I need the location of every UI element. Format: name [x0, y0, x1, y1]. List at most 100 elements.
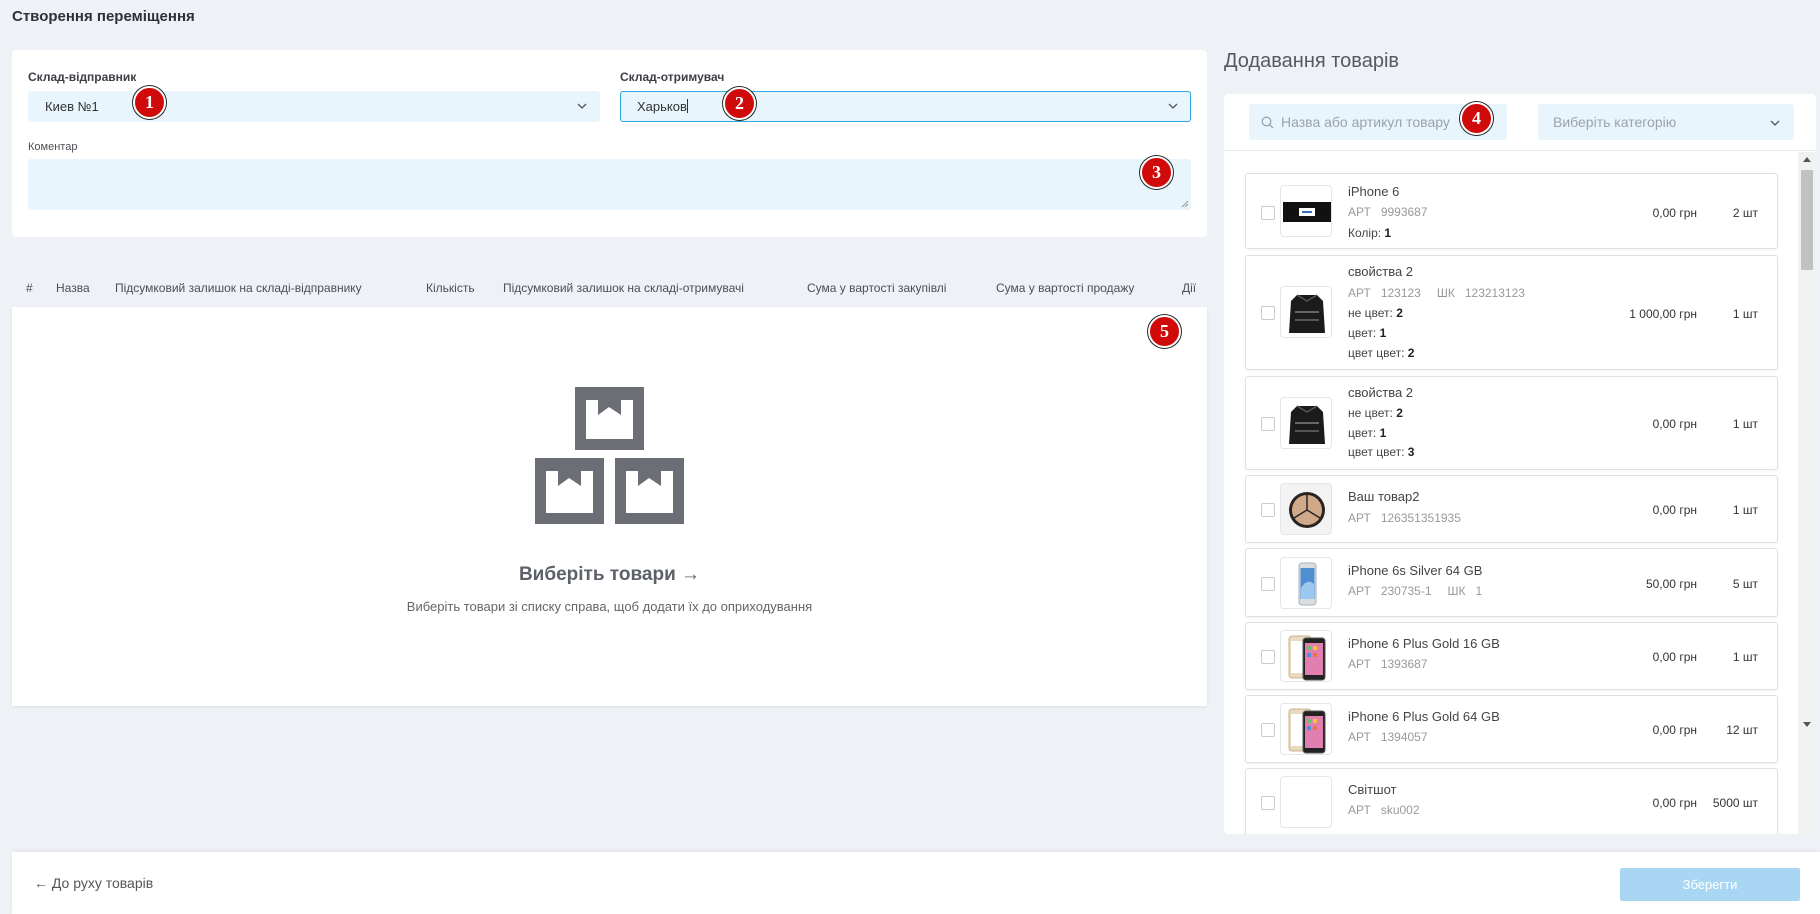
product-thumbnail	[1280, 185, 1332, 237]
product-attribute: не цвет: 2	[1348, 306, 1403, 320]
boxes-icon	[535, 387, 684, 524]
save-button[interactable]: Зберегти	[1620, 868, 1800, 901]
panel-title: Додавання товарів	[1224, 50, 1400, 72]
product-quantity: 1 шт	[1732, 503, 1758, 517]
product-price: 1 000,00 грн	[1629, 307, 1697, 321]
footer-bar: ← До руху товарів Зберегти	[12, 852, 1820, 914]
product-attribute: Колір: 1	[1348, 226, 1392, 240]
sender-label: Склад-відправник	[28, 70, 137, 84]
product-thumbnail	[1280, 630, 1332, 682]
product-article: АРТ 9993687	[1348, 205, 1428, 219]
product-name: свойства 2	[1348, 264, 1414, 279]
product-checkbox[interactable]	[1261, 306, 1275, 320]
annotation-marker-1: 1	[133, 86, 166, 119]
panel-filters: Назва або артикул товару 4 Виберіть кате…	[1224, 94, 1816, 151]
product-quantity: 1 шт	[1732, 417, 1758, 431]
product-article: АРТ 123123 ШК 123213123	[1348, 286, 1525, 300]
col-number: #	[26, 281, 33, 295]
product-name: Ваш товар2	[1348, 489, 1420, 504]
product-checkbox[interactable]	[1261, 206, 1275, 220]
product-item[interactable]: Світшот АРТ sku002 0,00 грн 5000 шт	[1245, 768, 1778, 834]
product-thumbnail	[1280, 286, 1332, 338]
product-thumbnail	[1280, 397, 1332, 449]
sender-warehouse-select[interactable]: Киев №1	[28, 91, 600, 122]
product-thumbnail	[1280, 776, 1332, 828]
transfer-form: Склад-відправник Киев №1 1 Склад-отримув…	[12, 50, 1207, 237]
product-price: 0,00 грн	[1652, 650, 1697, 664]
product-thumbnail	[1280, 557, 1332, 609]
col-receiver-stock: Підсумковий залишок на складі-отримувачі	[503, 281, 744, 295]
product-attribute: не цвет: 2	[1348, 406, 1403, 420]
product-item[interactable]: iPhone 6 Plus Gold 64 GB АРТ 1394057 0,00…	[1245, 695, 1778, 763]
product-attribute: цвет цвет: 2	[1348, 346, 1415, 360]
product-checkbox[interactable]	[1261, 650, 1275, 664]
product-attribute: цвет цвет: 3	[1348, 445, 1415, 459]
product-list: iPhone 6 АРТ 9993687 Колір: 1 0,00 грн 2 …	[1224, 152, 1798, 834]
page-title: Створення переміщення	[12, 8, 195, 25]
category-select[interactable]: Виберіть категорію	[1538, 104, 1794, 140]
product-checkbox[interactable]	[1261, 417, 1275, 431]
col-actions: Дії	[1182, 281, 1197, 295]
sender-value: Киев №1	[45, 99, 99, 114]
product-price: 0,00 грн	[1652, 796, 1697, 810]
product-price: 0,00 грн	[1652, 723, 1697, 737]
annotation-marker-3: 3	[1140, 156, 1173, 189]
chevron-down-icon	[1770, 120, 1780, 126]
product-article: АРТ 126351351935	[1348, 511, 1461, 525]
product-article: АРТ sku002	[1348, 803, 1420, 817]
product-thumbnail	[1280, 483, 1332, 535]
product-checkbox[interactable]	[1261, 503, 1275, 517]
product-article: АРТ 1394057	[1348, 730, 1428, 744]
product-quantity: 5000 шт	[1712, 796, 1758, 810]
annotation-marker-2: 2	[723, 87, 756, 120]
product-item[interactable]: свойства 2 не цвет: 2 цвет: 1 цвет цвет:…	[1245, 376, 1778, 470]
product-name: Світшот	[1348, 782, 1397, 797]
search-placeholder: Назва або артикул товару	[1281, 114, 1450, 130]
scrollbar[interactable]	[1798, 152, 1816, 834]
product-article: АРТ 1393687	[1348, 657, 1428, 671]
annotation-marker-5: 5	[1148, 315, 1181, 348]
product-article: АРТ 230735-1 ШК 1	[1348, 584, 1483, 598]
product-item[interactable]: iPhone 6 АРТ 9993687 Колір: 1 0,00 грн 2 …	[1245, 173, 1778, 249]
col-sale-sum: Сума у вартості продажу	[996, 281, 1135, 295]
product-attribute: цвет: 1	[1348, 326, 1387, 340]
col-purchase-sum: Сума у вартості закупівлі	[807, 281, 947, 295]
product-name: свойства 2	[1348, 385, 1414, 400]
arrow-left-icon: ←	[34, 875, 48, 891]
product-checkbox[interactable]	[1261, 796, 1275, 810]
col-quantity: Кількість	[426, 281, 475, 295]
search-icon	[1261, 116, 1274, 129]
comment-textarea[interactable]	[28, 159, 1191, 210]
product-item[interactable]: свойства 2 АРТ 123123 ШК 123213123 не цвет:…	[1245, 255, 1778, 370]
product-price: 0,00 грн	[1652, 503, 1697, 517]
empty-state-title[interactable]: Виберіть товари →	[12, 564, 1207, 586]
receiver-label: Склад-отримувач	[620, 70, 725, 84]
chevron-down-icon	[577, 103, 587, 109]
scroll-up-icon[interactable]	[1803, 157, 1811, 162]
product-name: iPhone 6 Plus Gold 64 GB	[1348, 709, 1500, 724]
resize-grip-icon[interactable]	[1181, 200, 1189, 208]
empty-state: 5 Виберіть товари → Виберіть товари зі с…	[12, 307, 1207, 706]
product-item[interactable]: Ваш товар2 АРТ 126351351935 0,00 грн 1 шт	[1245, 475, 1778, 543]
back-link[interactable]: ← До руху товарів	[34, 875, 153, 891]
product-quantity: 12 шт	[1726, 723, 1758, 737]
product-name: iPhone 6s Silver 64 GB	[1348, 563, 1483, 578]
product-quantity: 5 шт	[1732, 577, 1758, 591]
scroll-down-icon[interactable]	[1803, 722, 1811, 727]
scrollbar-thumb[interactable]	[1801, 170, 1813, 270]
product-item[interactable]: iPhone 6 Plus Gold 16 GB АРТ 1393687 0,00…	[1245, 622, 1778, 690]
comment-label: Коментар	[28, 141, 78, 153]
product-quantity: 1 шт	[1732, 650, 1758, 664]
product-price: 0,00 грн	[1652, 206, 1697, 220]
product-quantity: 1 шт	[1732, 307, 1758, 321]
category-placeholder: Виберіть категорію	[1553, 114, 1677, 130]
add-products-panel: Назва або артикул товару 4 Виберіть кате…	[1224, 94, 1816, 834]
empty-state-subtitle: Виберіть товари зі списку справа, щоб до…	[406, 599, 813, 614]
product-checkbox[interactable]	[1261, 577, 1275, 591]
receiver-warehouse-select[interactable]: Харьков	[620, 91, 1191, 122]
product-item[interactable]: iPhone 6s Silver 64 GB АРТ 230735-1 ШК 1 50…	[1245, 548, 1778, 617]
product-name: iPhone 6 Plus Gold 16 GB	[1348, 636, 1500, 651]
annotation-marker-4: 4	[1460, 102, 1493, 135]
text-cursor	[686, 99, 688, 113]
product-checkbox[interactable]	[1261, 723, 1275, 737]
